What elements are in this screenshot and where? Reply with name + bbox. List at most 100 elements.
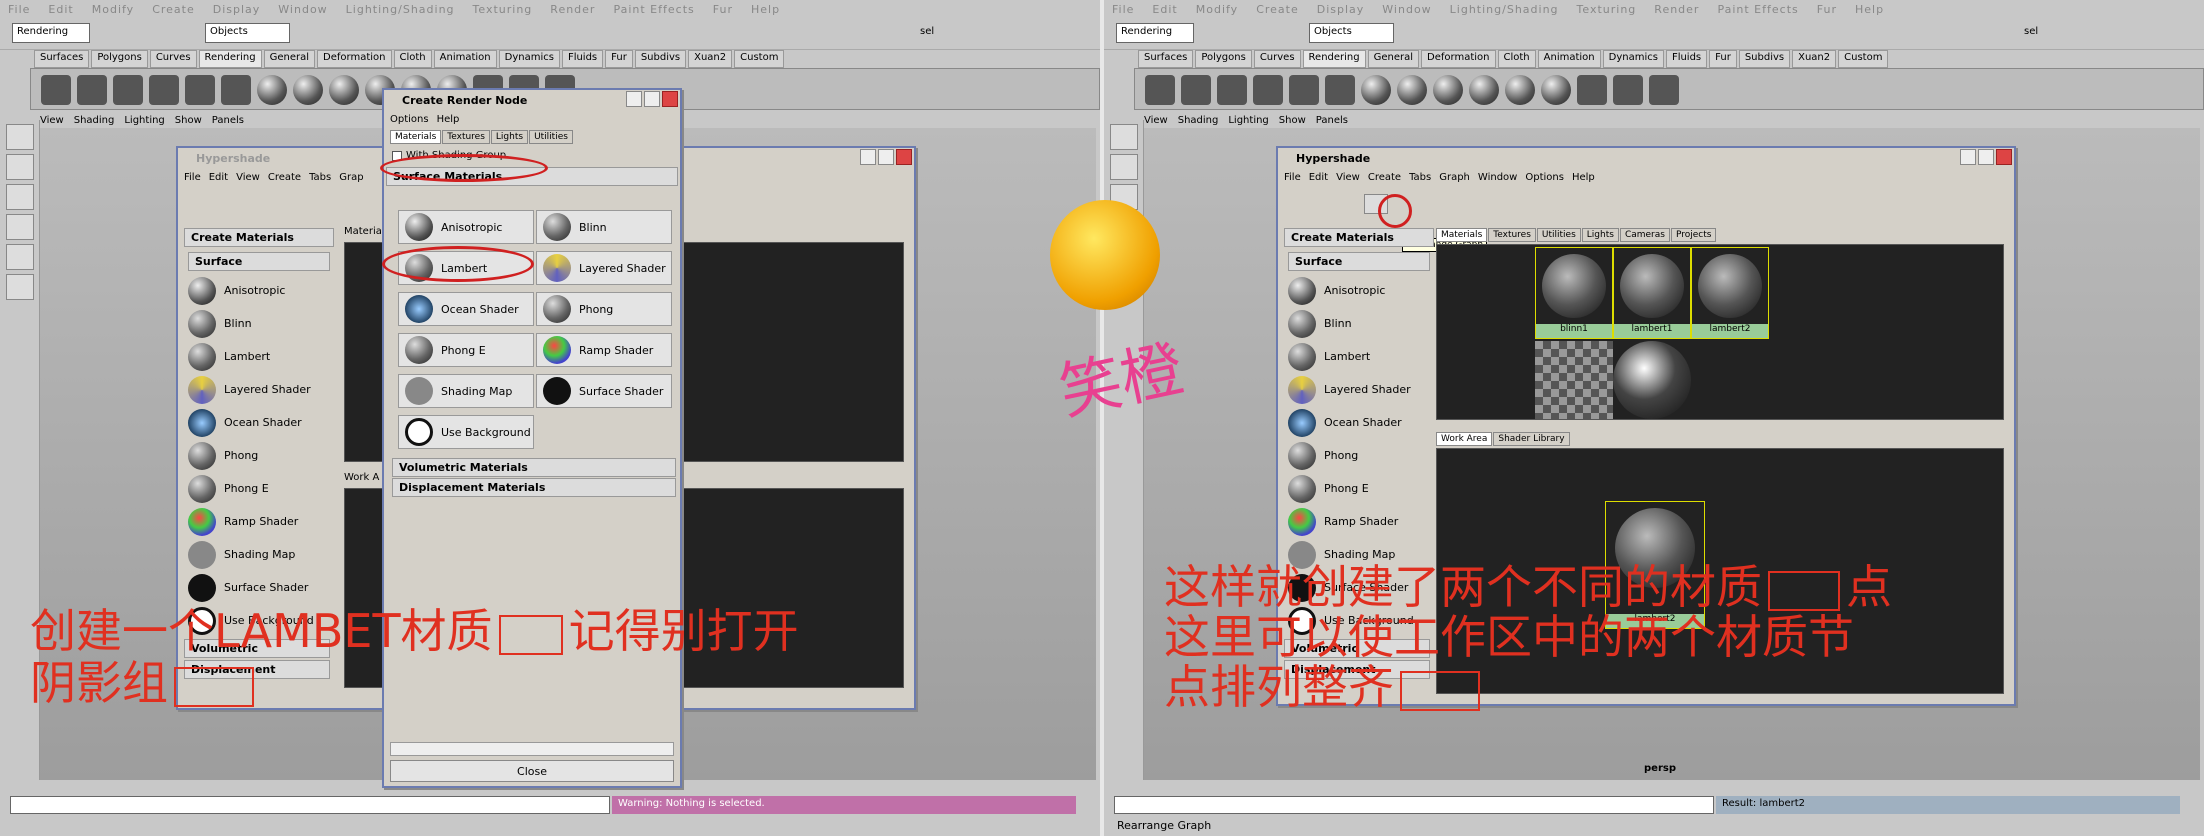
menu-item[interactable]: View [236, 172, 260, 183]
menu-render[interactable]: Render [1654, 3, 1699, 16]
shelf-tab[interactable]: General [263, 50, 316, 68]
tab-lights[interactable]: Lights [490, 130, 529, 144]
shelf-tab-rendering[interactable]: Rendering [1302, 50, 1366, 68]
shelf-tab[interactable]: Custom [1838, 50, 1889, 68]
menu-help[interactable]: Help [1855, 3, 1884, 16]
light-icon[interactable] [1217, 75, 1247, 105]
menu-display[interactable]: Display [213, 3, 261, 16]
viewport-menu-item[interactable]: View [40, 115, 64, 126]
viewport-menu-item[interactable]: Panels [1316, 115, 1348, 126]
camera-icon[interactable] [221, 75, 251, 105]
menu-help[interactable]: Help [751, 3, 780, 16]
shelf-tab[interactable]: Dynamics [498, 50, 560, 68]
render-icon[interactable] [1577, 75, 1607, 105]
shelf-tab[interactable]: Deformation [1421, 50, 1496, 68]
viewport-menu-item[interactable]: Lighting [1228, 115, 1268, 126]
shelf-tab[interactable]: Xuan2 [1792, 50, 1837, 68]
surface-shader-button[interactable]: Surface Shader [536, 374, 672, 408]
shelf-tab[interactable]: Subdivs [1738, 50, 1791, 68]
menu-item[interactable]: Graph [1439, 172, 1470, 183]
select-tool-icon[interactable] [1110, 124, 1138, 150]
close-button[interactable]: Close [390, 760, 674, 782]
manip-tool-icon[interactable] [6, 274, 34, 300]
shelf-tab[interactable]: Curves [149, 50, 197, 68]
menu-item[interactable]: Edit [209, 172, 228, 183]
list-item[interactable]: Phong E [182, 472, 332, 505]
shelf-tab[interactable]: Polygons [91, 50, 148, 68]
shader-ball-icon[interactable] [1433, 75, 1463, 105]
light-icon[interactable] [1289, 75, 1319, 105]
shading-map-button[interactable]: Shading Map [398, 374, 534, 408]
menu-item[interactable]: Grap [339, 172, 363, 183]
material-node[interactable]: lambert2 [1691, 247, 1769, 339]
tab-cameras[interactable]: Cameras [1619, 228, 1670, 242]
tab-textures[interactable]: Textures [442, 130, 490, 144]
shelf-tab[interactable]: Fur [1709, 50, 1737, 68]
shelf-tab[interactable]: Custom [734, 50, 785, 68]
shader-ball-icon[interactable] [1505, 75, 1535, 105]
shader-ball-icon[interactable] [329, 75, 359, 105]
use-background-button[interactable]: Use Background [398, 415, 534, 449]
light-icon[interactable] [1145, 75, 1175, 105]
shelf-tab[interactable]: Fur [605, 50, 633, 68]
shelf-tab[interactable]: Curves [1253, 50, 1301, 68]
texture-swatch[interactable] [1535, 341, 1613, 419]
surface-header[interactable]: Surface [1288, 252, 1430, 271]
tab-utilities[interactable]: Utilities [529, 130, 573, 144]
menu-paint-effects[interactable]: Paint Effects [1717, 3, 1798, 16]
material-node[interactable]: blinn1 [1535, 247, 1613, 339]
menu-create[interactable]: Create [152, 3, 195, 16]
shader-ball-icon[interactable] [1361, 75, 1391, 105]
list-item[interactable]: Ramp Shader [1282, 505, 1432, 538]
command-line[interactable] [10, 796, 610, 814]
render-icon[interactable] [1649, 75, 1679, 105]
menu-render[interactable]: Render [550, 3, 595, 16]
list-item[interactable]: Ocean Shader [182, 406, 332, 439]
maximize-icon[interactable] [878, 149, 894, 165]
shader-ball-icon[interactable] [1397, 75, 1427, 105]
shelf-tab[interactable]: Cloth [1497, 50, 1536, 68]
list-item[interactable]: Phong [182, 439, 332, 472]
shelf-tab[interactable]: Fluids [1665, 50, 1708, 68]
light-icon[interactable] [1253, 75, 1283, 105]
menu-file[interactable]: File [1112, 3, 1134, 16]
menu-window[interactable]: Window [278, 3, 327, 16]
shelf-tab[interactable]: General [1367, 50, 1420, 68]
menu-item[interactable]: Tabs [1409, 172, 1431, 183]
lasso-tool-icon[interactable] [6, 154, 34, 180]
list-item[interactable]: Blinn [1282, 307, 1432, 340]
light-icon[interactable] [185, 75, 215, 105]
move-tool-icon[interactable] [6, 184, 34, 210]
tab-textures[interactable]: Textures [1488, 228, 1536, 242]
menu-modify[interactable]: Modify [92, 3, 134, 16]
menu-texturing[interactable]: Texturing [1577, 3, 1637, 16]
material-node[interactable]: lambert1 [1613, 247, 1691, 339]
menu-display[interactable]: Display [1317, 3, 1365, 16]
shelf-tab[interactable]: Surfaces [1138, 50, 1194, 68]
layered-shader-button[interactable]: Layered Shader [536, 251, 672, 285]
shelf-tab[interactable]: Cloth [393, 50, 432, 68]
shelf-tab[interactable]: Fluids [561, 50, 604, 68]
list-item[interactable]: Layered Shader [182, 373, 332, 406]
list-item[interactable]: Ocean Shader [1282, 406, 1432, 439]
minimize-icon[interactable] [860, 149, 876, 165]
minimize-icon[interactable] [1960, 149, 1976, 165]
menu-options[interactable]: Options [390, 114, 429, 125]
camera-icon[interactable] [1325, 75, 1355, 105]
shader-ball-icon[interactable] [1541, 75, 1571, 105]
shader-ball-icon[interactable] [293, 75, 323, 105]
shelf-tab[interactable]: Deformation [317, 50, 392, 68]
menu-file[interactable]: File [8, 3, 30, 16]
create-materials-header[interactable]: Create Materials [1284, 228, 1434, 247]
menu-item[interactable]: View [1336, 172, 1360, 183]
menu-paint-effects[interactable]: Paint Effects [613, 3, 694, 16]
objects-field[interactable]: Objects [205, 23, 290, 43]
ocean-shader-button[interactable]: Ocean Shader [398, 292, 534, 326]
shelf-tab[interactable]: Animation [1537, 50, 1601, 68]
viewport-menu-item[interactable]: Show [175, 115, 202, 126]
list-item[interactable]: Anisotropic [182, 274, 332, 307]
tab-lights[interactable]: Lights [1581, 228, 1619, 242]
shelf-tab-rendering[interactable]: Rendering [198, 50, 262, 68]
ramp-shader-button[interactable]: Ramp Shader [536, 333, 672, 367]
materials-panel[interactable]: blinn1 lambert1 lambert2 [1436, 244, 2004, 420]
